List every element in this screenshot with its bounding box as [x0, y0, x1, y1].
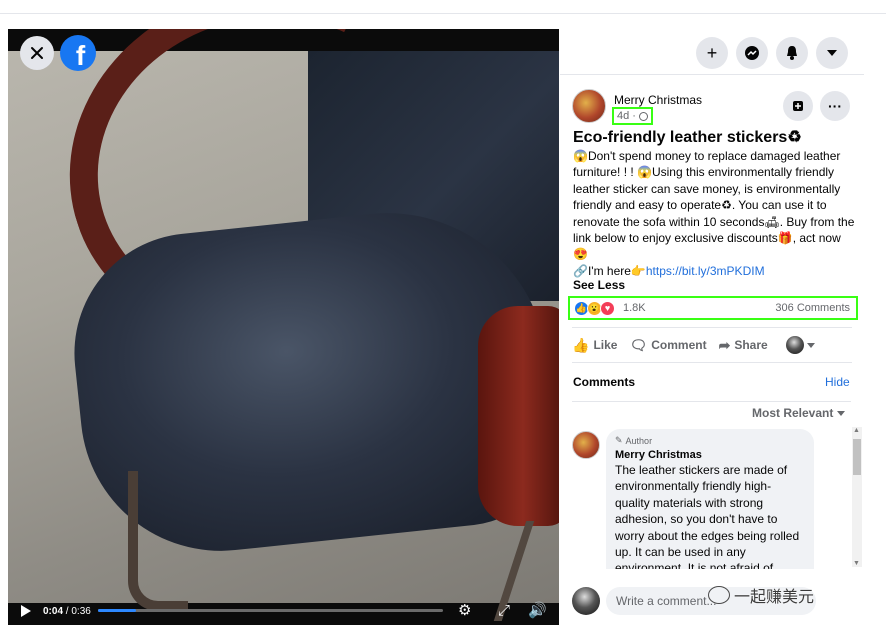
more-options-button[interactable]: ···	[820, 91, 850, 121]
play-icon[interactable]	[21, 605, 31, 617]
comment-count[interactable]: 306 Comments	[775, 302, 850, 314]
plus-icon: +	[706, 42, 718, 63]
watermark-text: 一起赚美元	[734, 589, 815, 606]
video-duration: 0:36	[71, 605, 91, 617]
video-progress-fill	[98, 609, 136, 612]
ellipsis-icon: ···	[828, 98, 842, 114]
hide-comments-link[interactable]: Hide	[825, 375, 850, 389]
post-body: 😱Don't spend money to replace damaged le…	[573, 148, 855, 279]
share-button[interactable]: ➦ Share	[719, 337, 768, 354]
facebook-logo-icon[interactable]: f	[60, 35, 96, 71]
thumbs-up-icon: 👍	[572, 336, 590, 353]
post-actions: 👍 Like 🗨 Comment ➦ Share	[572, 327, 852, 363]
globe-icon	[638, 111, 648, 121]
post-link-line: 🔗I'm here👉https://bit.ly/3mPKDIM	[573, 263, 855, 279]
comment-bubble: ✎ Author Merry Christmas The leather stic…	[606, 429, 814, 569]
video-player[interactable]	[8, 29, 559, 625]
comment-button[interactable]: 🗨 Comment	[629, 337, 706, 354]
love-reaction-icon[interactable]: ♥	[600, 300, 615, 316]
avatar	[572, 587, 600, 615]
comments-heading: Comments	[573, 375, 636, 389]
comment-author[interactable]: Merry Christmas	[615, 449, 805, 461]
post-title: Eco-friendly leather stickers♻	[573, 129, 802, 146]
close-icon	[31, 47, 43, 59]
wechat-logo-icon	[708, 586, 730, 604]
save-post-button[interactable]	[783, 91, 813, 121]
scroll-up-icon[interactable]: ▲	[853, 427, 860, 434]
reactions-bar-highlight: 👍 😮 ♥ 1.8K 306 Comments	[568, 296, 858, 320]
comments-scrollbar[interactable]: ▲ ▼	[852, 427, 862, 567]
avatar	[785, 336, 804, 354]
author-badge: ✎ Author	[615, 435, 805, 446]
reaction-count[interactable]: 1.8K	[623, 302, 646, 314]
notifications-button[interactable]	[776, 37, 808, 69]
chair-armrest	[478, 306, 559, 526]
caret-down-icon	[827, 50, 837, 56]
video-current-time: 0:04	[43, 605, 64, 617]
avatar[interactable]	[572, 431, 600, 459]
chair-leg	[128, 471, 188, 611]
comment-label: Comment	[651, 338, 707, 352]
account-menu-button[interactable]	[816, 37, 848, 69]
post-author[interactable]: Merry Christmas	[614, 93, 702, 107]
video-time: 0:04 / 0:36	[43, 605, 91, 617]
bookmark-icon	[793, 101, 803, 111]
video-frame	[8, 51, 559, 621]
pencil-icon: ✎	[615, 435, 623, 445]
comment-bubble-icon: 🗨	[629, 336, 648, 353]
share-label: Share	[734, 338, 768, 352]
sort-label: Most Relevant	[752, 406, 834, 420]
post-panel: + Merry Christmas 4d · ··· Eco-friendly …	[560, 29, 864, 634]
top-divider	[0, 13, 886, 14]
caret-down-icon	[806, 342, 815, 348]
top-toolbar: +	[560, 29, 864, 75]
scroll-thumb[interactable]	[853, 439, 861, 475]
like-button[interactable]: 👍 Like	[572, 337, 617, 354]
dot-separator: ·	[632, 110, 636, 122]
author-badge-label: Author	[625, 435, 653, 446]
reaction-identity-selector[interactable]	[785, 336, 815, 354]
messenger-icon	[745, 46, 759, 60]
create-button[interactable]: +	[696, 37, 728, 69]
comments-divider	[572, 401, 851, 402]
comment-item: ✎ Author Merry Christmas The leather stic…	[572, 429, 854, 569]
post-age[interactable]: 4d	[617, 110, 629, 122]
fullscreen-icon[interactable]: ⤢	[498, 603, 510, 618]
watermark: 一起赚美元	[708, 583, 814, 607]
facebook-video-viewer: f 0:04 / 0:36 ⚙ ⤢ 🔊 + Merry Christmas 4d…	[0, 0, 886, 634]
see-less-link[interactable]: See Less	[573, 278, 625, 292]
link-prefix: 🔗I'm here👉	[573, 263, 646, 278]
scroll-down-icon[interactable]: ▼	[853, 560, 860, 567]
comment-text: The leather stickers are made of environ…	[615, 463, 800, 569]
video-progress-bar[interactable]	[98, 609, 443, 612]
close-button[interactable]	[20, 36, 54, 70]
bell-icon	[787, 46, 797, 60]
comment-sort-dropdown[interactable]: Most Relevant	[752, 406, 846, 420]
volume-icon[interactable]: 🔊	[528, 603, 547, 618]
post-meta-highlight: 4d ·	[612, 107, 653, 125]
video-controls: 0:04 / 0:36 ⚙ ⤢ 🔊	[8, 598, 559, 624]
avatar[interactable]	[572, 89, 606, 123]
post-link[interactable]: https://bit.ly/3mPKDIM	[646, 264, 765, 278]
messenger-button[interactable]	[736, 37, 768, 69]
post-body-text: 😱Don't spend money to replace damaged le…	[573, 149, 855, 262]
share-arrow-icon: ➦	[718, 336, 731, 353]
caret-down-icon	[837, 410, 846, 416]
settings-gear-icon[interactable]: ⚙	[458, 603, 471, 618]
like-label: Like	[593, 338, 618, 352]
